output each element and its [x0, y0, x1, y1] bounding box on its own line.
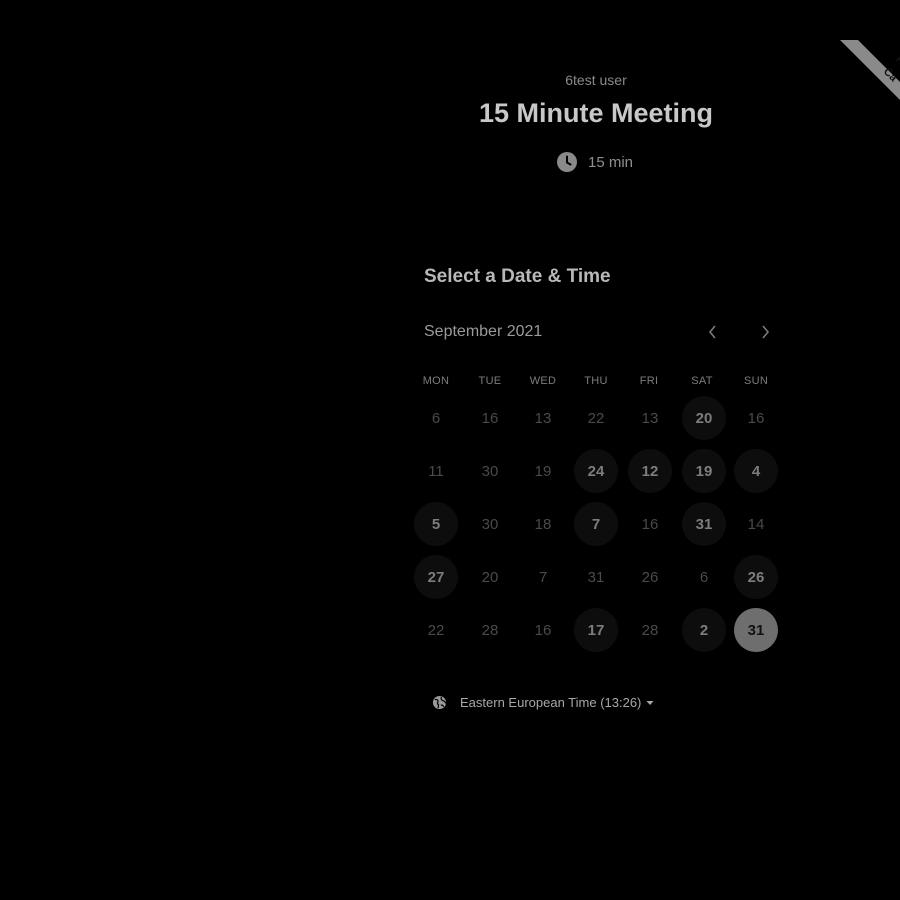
calendar-day[interactable]: 2: [682, 608, 726, 652]
previous-month-button[interactable]: [701, 320, 725, 344]
weekday-label: TUE: [478, 375, 502, 387]
chevron-right-icon: [762, 325, 770, 339]
calendar-day: 14: [747, 515, 765, 533]
calendar-day: 30: [481, 515, 499, 533]
calendar-day: 13: [641, 409, 659, 427]
calendar-day: 22: [587, 409, 605, 427]
calendar-day[interactable]: 20: [682, 396, 726, 440]
weekday-label: SUN: [743, 375, 769, 387]
calendar-day: 16: [534, 621, 552, 639]
corner-ribbon[interactable]: P Ca: [840, 0, 900, 100]
timezone-label: Eastern European Time (13:26): [460, 695, 642, 710]
calendar-day[interactable]: 4: [734, 449, 778, 493]
caret-down-icon: [646, 700, 654, 705]
weekday-label: THU: [584, 375, 608, 387]
calendar-day: 13: [534, 409, 552, 427]
calendar-day: 20: [481, 568, 499, 586]
weekday-label: MON: [422, 375, 450, 387]
ribbon-text-line-1: P: [893, 54, 900, 68]
calendar-day: 16: [641, 515, 659, 533]
event-title: 15 Minute Meeting: [478, 98, 714, 128]
calendar-day: 6: [431, 409, 441, 427]
calendar-day: 28: [481, 621, 499, 639]
timezone-selector[interactable]: Eastern European Time (13:26): [432, 695, 654, 710]
calendar-day[interactable]: 19: [682, 449, 726, 493]
calendar-day: 11: [428, 462, 444, 480]
calendar-day: 19: [534, 462, 552, 480]
weekday-label: WED: [529, 375, 557, 387]
calendar-day: 28: [641, 621, 659, 639]
clock-icon: [557, 152, 577, 172]
event-duration: 15 min: [557, 152, 633, 172]
calendar-day[interactable]: 26: [734, 555, 778, 599]
chevron-left-icon: [708, 325, 716, 339]
calendar-day: 26: [641, 568, 659, 586]
calendar-day: 16: [481, 409, 499, 427]
calendar-day[interactable]: 27: [414, 555, 458, 599]
weekday-label: SAT: [691, 375, 713, 387]
duration-label: 15 min: [588, 153, 634, 171]
calendar-day[interactable]: 24: [574, 449, 618, 493]
calendar-day: 31: [587, 568, 605, 586]
calendar-day[interactable]: 7: [574, 502, 618, 546]
calendar-day: 22: [427, 621, 445, 639]
next-month-button[interactable]: [753, 320, 777, 344]
calendar-day: 18: [534, 515, 552, 533]
calendar-day: 30: [481, 462, 499, 480]
calendar-day[interactable]: 12: [628, 449, 672, 493]
calendar-day: 6: [699, 568, 709, 586]
host-name: 6test user: [565, 72, 627, 88]
calendar-day-selected[interactable]: 31: [734, 608, 778, 652]
select-date-heading: Select a Date & Time: [424, 266, 611, 287]
calendar-day: 16: [747, 409, 765, 427]
month-label: September 2021: [424, 323, 543, 340]
calendar-day[interactable]: 5: [414, 502, 458, 546]
weekday-header-row: MON TUE WED THU FRI SAT SUN: [410, 375, 782, 389]
calendar-day[interactable]: 31: [682, 502, 726, 546]
globe-icon: [432, 695, 447, 710]
weekday-label: FRI: [639, 375, 659, 387]
calendar-day[interactable]: 17: [574, 608, 618, 652]
calendar-day: 7: [538, 568, 548, 586]
